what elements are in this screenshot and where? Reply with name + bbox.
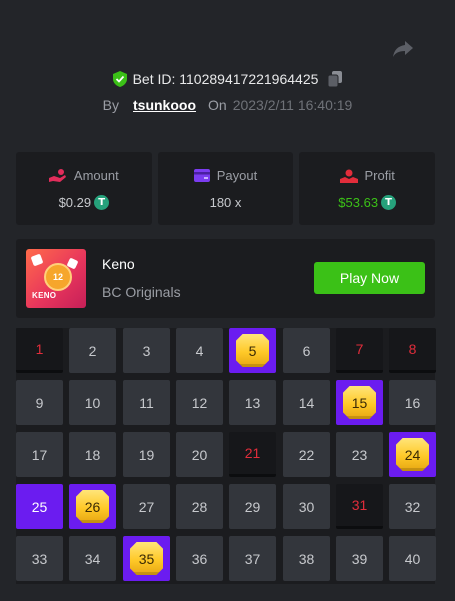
username-link[interactable]: tsunkooo — [133, 97, 196, 113]
bet-date: 2023/2/11 16:40:19 — [232, 97, 353, 113]
keno-cell[interactable]: 24 — [389, 432, 436, 477]
keno-cell[interactable]: 16 — [389, 380, 436, 425]
keno-cell[interactable]: 13 — [229, 380, 276, 425]
keno-cell[interactable]: 21 — [229, 432, 276, 477]
copy-icon[interactable] — [328, 71, 343, 87]
keno-cell[interactable]: 29 — [229, 484, 276, 529]
game-name: Keno — [102, 256, 135, 272]
keno-cell[interactable]: 5 — [229, 328, 276, 373]
profit-card: Profit $53.63 T — [299, 152, 436, 225]
gem-icon: 15 — [343, 386, 376, 419]
on-label: On — [208, 97, 227, 113]
keno-cell[interactable]: 23 — [336, 432, 383, 477]
bet-id: Bet ID: 110289417221964425 — [132, 71, 319, 87]
play-now-button[interactable]: Play Now — [314, 262, 425, 294]
game-card: 12 KENO Keno BC Originals Play Now — [16, 239, 435, 318]
game-provider: BC Originals — [102, 284, 181, 300]
keno-cell[interactable]: 18 — [69, 432, 116, 477]
keno-cell[interactable]: 38 — [283, 536, 330, 581]
keno-cell[interactable]: 39 — [336, 536, 383, 581]
keno-cell[interactable]: 34 — [69, 536, 116, 581]
keno-ball-icon: 12 — [44, 263, 72, 291]
usdt-coin-icon: T — [94, 195, 110, 210]
keno-cell[interactable]: 11 — [123, 380, 170, 425]
wallet-icon — [193, 169, 210, 182]
keno-cell[interactable]: 1 — [16, 328, 63, 373]
keno-cell[interactable]: 26 — [69, 484, 116, 529]
hand-coins-icon — [48, 168, 66, 182]
keno-cell[interactable]: 6 — [283, 328, 330, 373]
keno-cell[interactable]: 25 — [16, 484, 63, 529]
keno-cell[interactable]: 4 — [176, 328, 223, 373]
by-label: By — [102, 97, 119, 113]
keno-cell[interactable]: 8 — [389, 328, 436, 373]
keno-cell[interactable]: 9 — [16, 380, 63, 425]
verified-shield-icon — [112, 71, 127, 87]
keno-cell[interactable]: 20 — [176, 432, 223, 477]
payout-value: 180 x — [209, 195, 242, 210]
keno-cell[interactable]: 19 — [123, 432, 170, 477]
gem-icon: 24 — [396, 438, 429, 471]
hand-profit-icon — [339, 169, 358, 183]
bet-meta-row: By tsunkooo On 2023/2/11 16:40:19 — [0, 97, 455, 113]
keno-cell[interactable]: 3 — [123, 328, 170, 373]
share-icon[interactable] — [392, 40, 414, 58]
keno-thumbnail[interactable]: 12 KENO — [26, 249, 86, 308]
keno-cell[interactable]: 35 — [123, 536, 170, 581]
keno-cell[interactable]: 7 — [336, 328, 383, 373]
keno-cell[interactable]: 10 — [69, 380, 116, 425]
keno-cell[interactable]: 12 — [176, 380, 223, 425]
keno-cell[interactable]: 33 — [16, 536, 63, 581]
keno-cell[interactable]: 22 — [283, 432, 330, 477]
gem-icon: 26 — [76, 490, 109, 523]
keno-cell[interactable]: 17 — [16, 432, 63, 477]
amount-card: Amount $0.29 T — [16, 152, 152, 225]
profit-label: Profit — [364, 168, 395, 183]
keno-board: 1 2 3 4 5 6 7 8 9 10 11 12 13 14 15 16 17 18 19 20 21 22 23 24 2… — [16, 328, 436, 584]
keno-cell[interactable]: 27 — [123, 484, 170, 529]
profit-value: $53.63 — [338, 195, 379, 210]
keno-cell[interactable]: 15 — [336, 380, 383, 425]
amount-value: $0.29 — [58, 195, 92, 210]
keno-cell[interactable]: 37 — [229, 536, 276, 581]
keno-cell[interactable]: 40 — [389, 536, 436, 581]
keno-cell[interactable]: 32 — [389, 484, 436, 529]
keno-cell[interactable]: 2 — [69, 328, 116, 373]
keno-cell[interactable]: 30 — [283, 484, 330, 529]
thumb-label: KENO — [32, 291, 57, 300]
payout-card: Payout 180 x — [157, 152, 294, 225]
keno-cell[interactable]: 31 — [336, 484, 383, 529]
payout-label: Payout — [216, 168, 258, 183]
keno-cell[interactable]: 36 — [176, 536, 223, 581]
bet-stats: Amount $0.29 T Payout 180 x Profit $53.6… — [16, 152, 436, 225]
bet-id-row: Bet ID: 110289417221964425 — [0, 71, 455, 87]
amount-label: Amount — [73, 168, 119, 183]
keno-cell[interactable]: 28 — [176, 484, 223, 529]
keno-cell[interactable]: 14 — [283, 380, 330, 425]
gem-icon: 35 — [130, 542, 163, 575]
gem-icon: 5 — [236, 334, 269, 367]
usdt-coin-icon: T — [381, 195, 397, 210]
